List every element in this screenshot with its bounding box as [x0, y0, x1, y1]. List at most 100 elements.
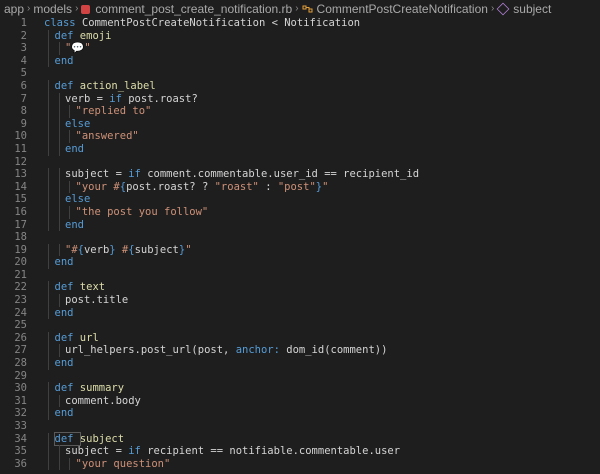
indent-guide	[48, 306, 49, 320]
indent-guide	[48, 92, 49, 106]
code-token: comment.body	[65, 394, 141, 407]
code-line[interactable]: 26 def url	[0, 331, 600, 345]
line-number: 35	[14, 445, 27, 458]
code-line[interactable]: 19 "#{verb} #{subject}"	[0, 243, 600, 257]
breadcrumb-item-app[interactable]: app	[4, 2, 24, 16]
code-line[interactable]: 23 post.title	[0, 294, 600, 307]
code-line[interactable]: 3 "💬"	[0, 42, 600, 55]
code-line[interactable]: 10 "answered"	[0, 130, 600, 143]
code-token: end	[54, 306, 74, 319]
indent-guide	[48, 205, 49, 219]
code-line[interactable]: 1 class CommentPostCreateNotification < N…	[0, 17, 600, 30]
code-line[interactable]: 8 "replied to"	[0, 105, 600, 118]
code-text: subject = if comment.commentable.user_id…	[65, 168, 419, 181]
code-token: def	[54, 382, 80, 395]
code-line[interactable]: 13 subject = if comment.commentable.user_…	[0, 168, 600, 181]
code-line[interactable]: 6 def action_label	[0, 79, 600, 93]
code-editor[interactable]: 1 class CommentPostCreateNotification < N…	[0, 17, 600, 474]
code-token: "your #	[75, 180, 120, 193]
code-line[interactable]: 31 comment.body	[0, 394, 600, 408]
line-number: 28	[14, 357, 27, 370]
breadcrumb-item-file[interactable]: comment_post_create_notification.rb	[95, 2, 292, 16]
code-text: def subject	[53, 431, 124, 446]
line-number: 32	[14, 407, 27, 420]
line-number: 23	[14, 294, 27, 307]
code-line[interactable]: 11 end	[0, 142, 600, 156]
code-token: "your question"	[75, 457, 171, 470]
breadcrumb-item-method[interactable]: subject	[513, 2, 551, 16]
indent-guide	[58, 142, 60, 156]
code-line[interactable]: 4 end	[0, 54, 600, 68]
code-line[interactable]: 12	[0, 156, 600, 169]
code-line[interactable]: 21	[0, 269, 600, 282]
code-token: url	[79, 331, 99, 344]
code-text: else	[65, 193, 90, 206]
line-number: 26	[14, 331, 27, 344]
code-token: dom_id(comment)	[279, 344, 382, 357]
code-token: "replied to"	[75, 105, 152, 118]
code-line[interactable]: 36 "your question"	[0, 457, 600, 471]
indent-guide	[48, 29, 49, 43]
breadcrumb-item-class[interactable]: CommentPostCreateNotification	[317, 2, 488, 16]
code-text: "💬"	[65, 42, 91, 55]
code-line[interactable]: 17 end	[0, 218, 600, 232]
code-line[interactable]: 35 subject = if recipient == notifiable.c…	[0, 445, 600, 458]
breadcrumb-item-models[interactable]: models	[33, 2, 72, 16]
code-line[interactable]: 28 end	[0, 357, 600, 370]
indent-guide	[48, 180, 49, 194]
indent-guide	[48, 42, 49, 55]
indent-guide	[58, 92, 60, 106]
indent-guide	[48, 331, 49, 345]
code-line[interactable]: 5	[0, 67, 600, 80]
code-line[interactable]: 33	[0, 420, 600, 433]
code-token: end	[65, 218, 84, 231]
indent-guide	[58, 445, 60, 458]
chevron-right-icon: ›	[295, 3, 299, 14]
indent-guide	[58, 243, 60, 257]
code-token: end	[54, 256, 74, 269]
code-token: subject =	[65, 168, 129, 181]
indent-guide	[58, 344, 60, 358]
code-line[interactable]: 14 "your #{post.roast? ? "roast" : "post"…	[0, 180, 600, 194]
line-number: 1	[20, 17, 27, 29]
breadcrumb: app › models › comment_post_create_notif…	[0, 0, 600, 17]
code-token: CommentPostCreateNotification < Notifica…	[81, 17, 361, 29]
code-text: def action_label	[55, 80, 156, 93]
code-line[interactable]: 24 end	[0, 306, 600, 320]
code-line[interactable]: 2 def emoji	[0, 29, 600, 43]
code-token: verb =	[65, 92, 110, 105]
code-token: def	[54, 331, 80, 344]
code-token: "roast"	[214, 180, 259, 193]
code-line[interactable]: 18	[0, 231, 600, 244]
indent-guide	[58, 394, 60, 408]
line-number: 34	[14, 432, 27, 445]
code-line[interactable]: 15 else	[0, 193, 600, 206]
line-number: 17	[14, 218, 27, 231]
line-number: 2	[20, 29, 27, 42]
line-number: 5	[20, 67, 27, 80]
code-line[interactable]: 20 end	[0, 256, 600, 269]
line-number: 19	[14, 243, 27, 256]
code-text: def url	[55, 332, 99, 345]
code-token: "#	[65, 243, 78, 256]
line-number: 31	[14, 394, 27, 407]
line-number: 14	[14, 180, 27, 193]
code-line[interactable]: 22 def text	[0, 281, 600, 295]
code-line[interactable]: 30 def summary	[0, 382, 600, 395]
line-number: 20	[14, 256, 27, 269]
code-token: )	[381, 344, 388, 357]
code-line[interactable]: 16 "the post you follow"	[0, 205, 600, 219]
code-token: subject	[134, 243, 179, 256]
indent-guide	[48, 445, 49, 458]
code-line[interactable]: 7 verb = if post.roast?	[0, 92, 600, 106]
code-text: def emoji	[55, 30, 112, 43]
code-text: post.title	[65, 294, 128, 307]
code-line[interactable]: 9 else	[0, 117, 600, 131]
code-line[interactable]: 32 end	[0, 407, 600, 420]
code-line[interactable]: 34 def subject	[0, 431, 600, 446]
code-line[interactable]: 29	[0, 370, 600, 383]
code-line[interactable]: 27 url_helpers.post_url(post, anchor: dom…	[0, 344, 600, 358]
code-line[interactable]: 25	[0, 319, 600, 332]
indent-guide	[48, 130, 49, 143]
indent-guide	[58, 457, 60, 471]
